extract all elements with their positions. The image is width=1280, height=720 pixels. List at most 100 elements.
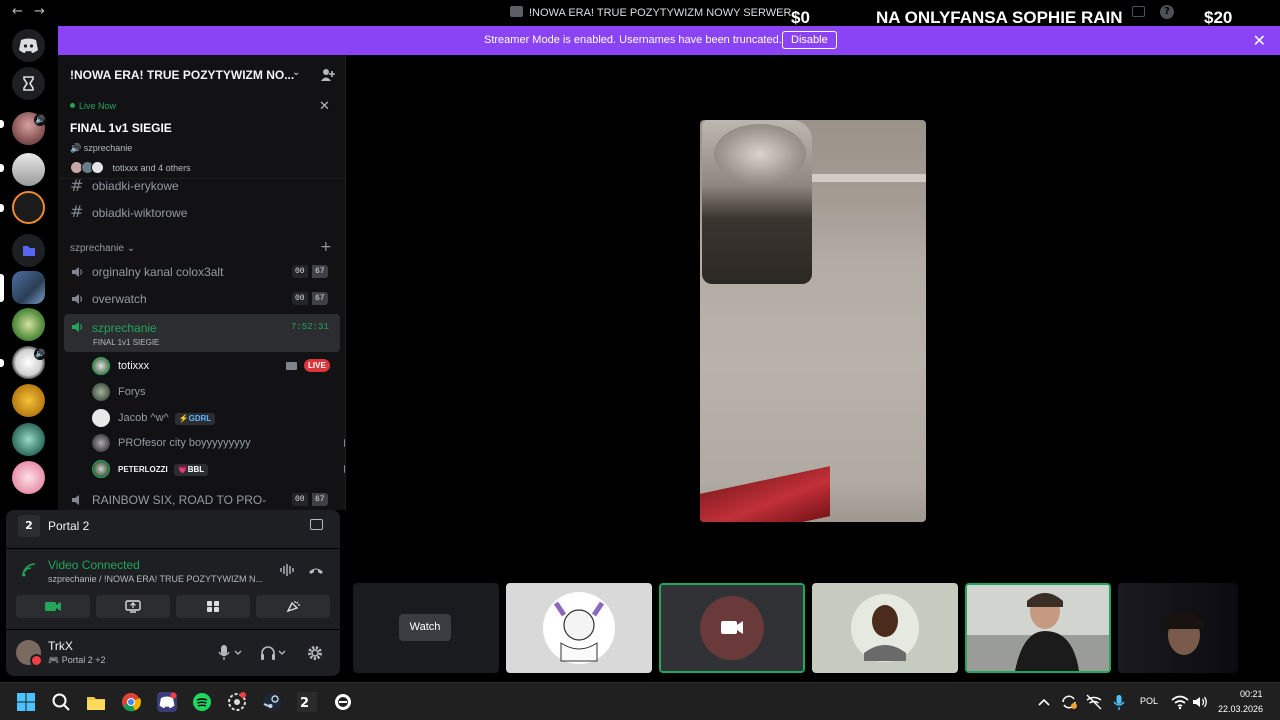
chrome-icon[interactable] [121,692,141,712]
search-icon[interactable] [51,692,71,712]
voice-connection-panel: Video Connected szprechanie / !NOWA ERA!… [6,549,340,629]
steam-icon[interactable] [262,692,282,712]
close-icon[interactable]: ✕ [319,99,330,114]
noise-suppression-icon[interactable] [280,563,294,577]
camera-icon [286,362,297,370]
server-avatar-4[interactable] [12,308,45,341]
voice-channel-szprechanie[interactable]: szprechanie FINAL 1v1 SIEGIE 7:52:31 [64,314,340,352]
participant-tile-anime[interactable] [506,583,652,673]
unread-pill [0,164,4,172]
live-now-card[interactable]: Live Now ✕ FINAL 1v1 SIEGIE 🔊 szprechani… [58,95,345,179]
discord-taskbar-icon[interactable] [157,692,177,712]
member-forys[interactable]: Forys [92,380,340,404]
clock-time[interactable]: 00:21 [1240,689,1263,699]
video-content [810,174,926,182]
inbox-icon[interactable] [1132,6,1145,17]
live-viewers: totixxx and 4 others [70,161,191,174]
member-jacob[interactable]: Jacob ^w^ ⚡GDRL [92,406,340,430]
forward-arrow-icon[interactable]: → [34,4,45,19]
soundboard-icon [286,601,300,613]
hash-icon: # [70,176,84,195]
stream-tile-watch[interactable]: Watch [353,583,499,673]
chevron-down-icon: ⌄ [292,67,301,78]
server-avatar-6[interactable] [12,384,45,417]
participant-tile-partial[interactable] [1118,583,1238,673]
username[interactable]: TrkX [48,639,73,653]
voice-channel-rainbow-six[interactable]: RAINBOW SIX, ROAD TO PRO- 00 67 [64,488,340,510]
chevron-down-icon [278,650,286,655]
voice-channel-overwatch[interactable]: overwatch 00 67 [64,287,340,311]
speaker-icon [72,267,83,277]
channel-obiadki-erykowe[interactable]: # obiadki-erykowe [64,175,340,199]
server-avatar-google[interactable] [12,153,45,186]
video-content [700,466,830,522]
category-szprechanie[interactable]: szprechanie ⌄ [70,243,135,254]
server-header[interactable]: !NOWA ERA! TRUE POZYTYWIZM NO... ⌄ [58,55,345,95]
close-icon[interactable]: ✕ [1253,31,1266,50]
voice-status[interactable]: Video Connected [48,558,140,572]
sync-icon[interactable] [1059,692,1079,712]
live-channel: 🔊 szprechanie [70,143,133,153]
share-screen-icon[interactable] [310,519,323,530]
user-count: 00 [292,493,308,506]
main-stream-video[interactable] [700,120,926,522]
streamer-mode-banner: Streamer Mode is enabled. Usernames have… [58,26,1280,55]
user-limit: 67 [312,265,328,278]
video-content [702,120,812,284]
avatar[interactable] [16,640,43,667]
app-icon-2[interactable] [333,692,353,712]
webcam-feed [967,585,1109,671]
server-avatar-active[interactable] [12,271,45,304]
microphone-tray-icon[interactable] [1109,692,1129,712]
help-icon[interactable]: ? [1160,5,1174,19]
server-avatar-8[interactable] [12,461,45,494]
voice-channel-orginalny[interactable]: orginalny kanal colox3alt 00 67 [64,260,340,284]
disable-streamer-mode-button[interactable]: Disable [782,31,837,49]
avatar [92,460,110,478]
stream-overlay-right: $20 [1204,8,1233,27]
chevron-up-icon[interactable] [1034,692,1054,712]
volume-icon[interactable] [1190,692,1210,712]
microphone-button[interactable] [216,644,242,662]
voice-location[interactable]: szprechanie / !NOWA ERA! TRUE POZYTYWIZM… [48,574,263,584]
participant-tile-webcam[interactable] [965,583,1111,673]
member-profesor[interactable]: PROfesor city boyyyyyyyyy [92,431,345,455]
member-totixxx[interactable]: totixxx LIVE [92,354,340,378]
windows-start-icon[interactable] [16,692,36,712]
file-explorer-icon[interactable] [86,692,106,712]
discord-home-icon[interactable] [12,29,45,62]
server-avatar-7[interactable] [12,423,45,456]
hourglass-icon[interactable] [12,67,45,100]
clock-date[interactable]: 22.03.2026 [1218,704,1263,714]
avatar [92,409,110,427]
participant-tile-camera[interactable] [659,583,805,673]
channel-sidebar: !NOWA ERA! TRUE POZYTYWIZM NO... ⌄ Live … [58,55,346,510]
activities-button[interactable] [176,595,250,618]
wifi-icon[interactable] [1170,692,1190,712]
add-channel-icon[interactable]: + [320,239,332,255]
disconnect-icon[interactable] [308,563,324,577]
screen-share-button[interactable] [96,595,170,618]
network-off-icon[interactable] [1084,692,1104,712]
watch-button[interactable]: Watch [399,614,451,641]
camera-toggle-button[interactable] [16,595,90,618]
game-activity-panel[interactable]: 2 Portal 2 [6,510,340,548]
camera-icon [45,602,61,611]
settings-button[interactable] [306,644,324,662]
app-icon[interactable] [227,692,247,712]
soundboard-button[interactable] [256,595,330,618]
channel-obiadki-wiktorowe[interactable]: # obiadki-wiktorowe [64,201,340,225]
speaker-icon: 🔊 [34,114,46,126]
portal-2-taskbar-icon[interactable]: 2 [297,692,317,712]
member-peterlozzi[interactable]: PETERLOZZI 💗BBL [92,457,345,481]
folder-icon[interactable] [12,234,45,267]
server-avatar-overwatch[interactable] [12,191,45,224]
invite-user-icon[interactable] [320,67,336,83]
spotify-icon[interactable] [192,692,212,712]
participant-tile-gta[interactable] [812,583,958,673]
back-arrow-icon[interactable]: ← [12,4,23,19]
avatar [700,596,764,660]
language-indicator[interactable]: POL [1140,696,1158,706]
signal-icon[interactable] [22,563,36,577]
headphones-button[interactable] [260,644,286,662]
